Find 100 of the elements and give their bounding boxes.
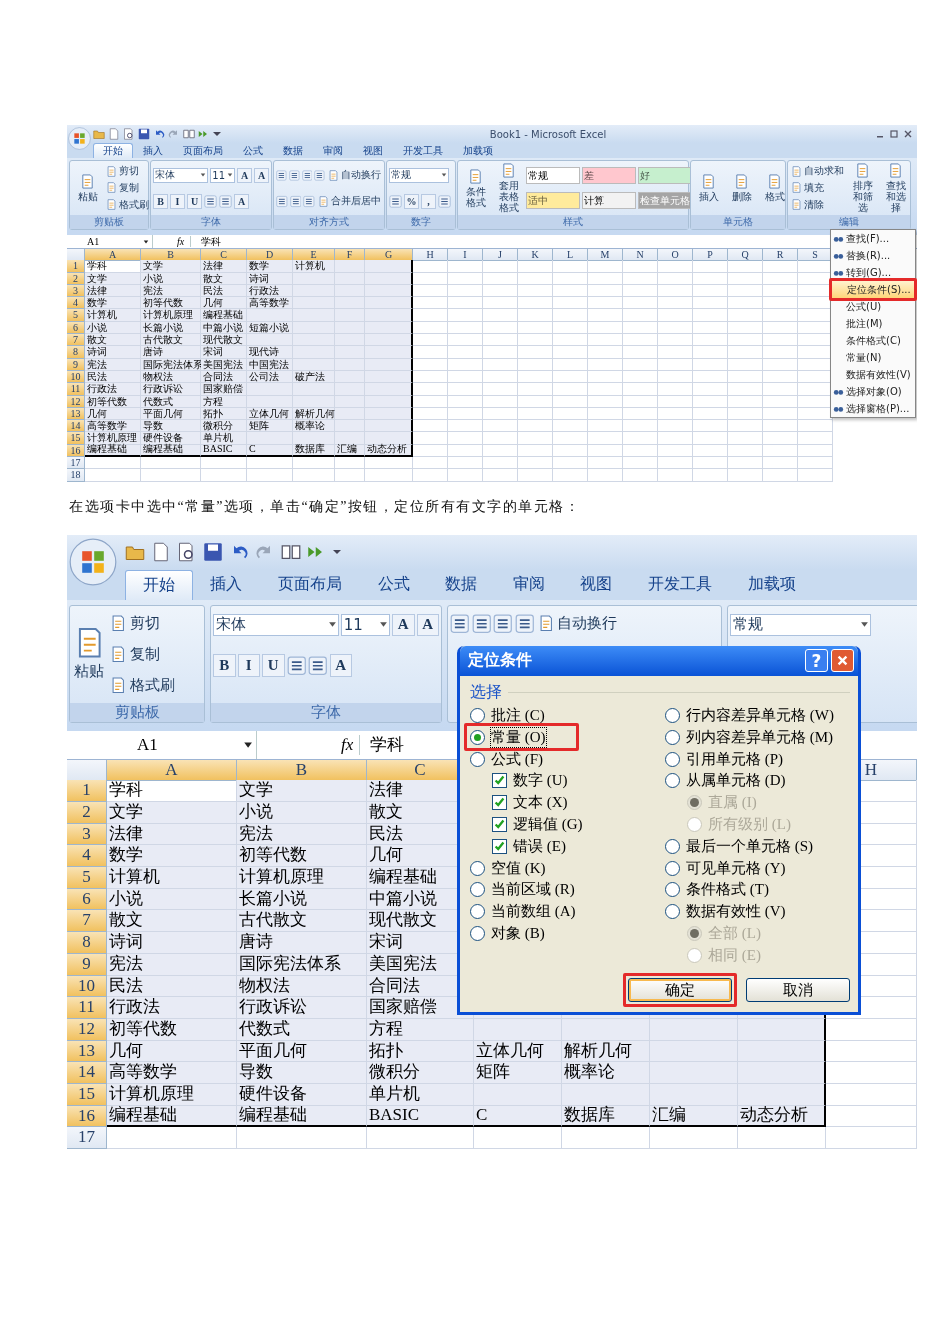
row-header[interactable]: 10 [67,975,107,998]
formula-field[interactable]: 学科 [195,234,222,249]
dropdown-field[interactable]: 宋体 [213,613,340,637]
menu-item[interactable]: 替换(R)... [831,247,915,264]
row-header[interactable]: 11 [67,997,107,1019]
ribbon-button[interactable]: 条件格式 [460,168,491,208]
ribbon-tab[interactable]: 开发工具 [630,569,730,600]
dropdown-field[interactable]: 宋体 [153,167,209,183]
menu-item[interactable]: 常量(N) [831,349,915,366]
ribbon-tab[interactable]: 数据 [273,143,313,158]
ribbon-button[interactable]: 粘贴 [72,627,107,681]
row-header[interactable]: 12 [67,1018,107,1041]
row-header[interactable]: 1 [67,260,85,273]
ribbon-tab[interactable]: 页面布局 [173,143,233,158]
ribbon-button[interactable]: 清除 [790,197,845,212]
ribbon-tab[interactable]: 插入 [133,143,173,158]
menu-item[interactable]: 批注(M) [831,315,915,332]
dialog-button[interactable]: 确定 [628,978,732,1003]
column-header[interactable]: C [220,249,227,261]
format-button[interactable]: A [254,167,269,183]
row-header[interactable]: 3 [67,823,107,846]
ribbon-button[interactable]: 填充 [790,181,845,195]
menu-item[interactable]: 条件格式(C) [831,332,915,349]
ribbon-button[interactable]: 剪切 [108,613,176,633]
row-header[interactable]: 7 [67,910,107,933]
format-button[interactable]: I [237,654,260,677]
ribbon-tab[interactable]: 开始 [125,569,193,600]
cell-style-swatch[interactable]: 适中 [526,192,580,209]
ribbon-button[interactable]: 复制 [105,181,150,195]
row-header[interactable]: 17 [67,457,85,470]
radio-button[interactable]: 可见单元格 (Y) [665,857,786,879]
cell-style-swatch[interactable]: 计算 [582,192,636,209]
menu-item[interactable]: 选择窗格(P)... [831,400,915,417]
row-header[interactable]: 16 [67,1105,107,1128]
column-header[interactable]: H [864,759,878,781]
format-button[interactable]: A [416,613,439,637]
function-label[interactable]: fx [261,734,361,755]
ribbon-button[interactable]: 插入 [693,174,724,202]
radio-button[interactable]: 公式 (F) [470,748,544,771]
column-header[interactable]: E [310,249,317,261]
dropdown-field[interactable]: 11 [341,613,390,637]
menu-item[interactable]: 数据有效性(V) [831,366,915,383]
row-header[interactable]: 7 [67,334,85,347]
radio-button[interactable]: 条件格式 (T) [665,879,769,901]
ribbon-tab[interactable]: 审阅 [313,143,353,158]
radio-button[interactable]: 最后一个单元格 (S) [665,835,814,858]
row-header[interactable]: 2 [67,802,107,824]
format-button[interactable]: U [187,193,202,209]
name-box[interactable]: A1 [67,235,153,248]
row-header[interactable]: 13 [67,1040,107,1063]
menu-item[interactable]: 定位条件(S)... [832,281,914,298]
row-header[interactable]: 9 [67,953,107,976]
row-header[interactable]: 14 [67,1062,107,1084]
row-header[interactable]: 4 [67,845,107,868]
menu-item[interactable]: 选择对象(O) [831,383,915,400]
menu-item[interactable]: 公式(U) [831,298,915,315]
row-header[interactable]: 1 [67,780,107,803]
ribbon-tab[interactable]: 开发工具 [393,143,453,158]
column-header[interactable]: C [414,759,426,781]
dropdown-field[interactable]: 11 [210,167,235,183]
function-label[interactable]: fx [157,236,192,247]
ribbon-tab[interactable]: 开始 [93,143,133,158]
column-header[interactable]: P [707,249,713,261]
format-button[interactable]: A [234,193,249,209]
dropdown-field[interactable]: 常规 [389,167,449,183]
ribbon-tab[interactable]: 视图 [353,143,393,158]
column-header[interactable]: B [295,759,308,781]
row-header[interactable]: 8 [67,346,85,359]
radio-button[interactable]: 列内容差异单元格 (M) [665,726,834,749]
row-header[interactable]: 14 [67,420,85,433]
ribbon-tab[interactable]: 公式 [359,569,428,600]
row-header[interactable]: 5 [67,309,85,322]
ribbon-button[interactable]: 自动换行 [536,613,619,633]
ribbon-tab[interactable]: 数据 [427,569,495,600]
column-header[interactable]: G [384,249,393,261]
format-button[interactable]: B [153,193,168,209]
ribbon-tab[interactable]: 加载项 [729,569,814,600]
column-header[interactable]: B [167,249,174,261]
ribbon-button[interactable]: 复制 [108,644,176,664]
ribbon-button[interactable]: 合并后居中 [317,194,382,208]
row-header[interactable]: 11 [67,383,85,396]
dropdown-field[interactable]: 常规 [730,613,871,637]
format-button[interactable]: A [392,613,415,637]
row-header[interactable]: 18 [67,469,85,482]
radio-button[interactable]: 数据有效性 (V) [665,900,786,923]
radio-button[interactable]: 常量 (O) [470,726,546,749]
ribbon-tab[interactable]: 审阅 [494,569,563,600]
ribbon-button[interactable]: 剪切 [105,164,150,179]
menu-item[interactable]: 转到(G)... [831,264,915,281]
menu-item[interactable]: 查找(F)... [831,230,915,247]
format-button[interactable]: A [237,167,252,183]
dialog-button[interactable]: 取消 [746,978,850,1003]
column-header[interactable]: A [108,249,117,261]
format-button[interactable]: U [262,654,285,677]
ribbon-button[interactable]: 排序和筛选 [847,163,878,213]
column-header[interactable]: S [812,249,818,261]
row-header[interactable]: 17 [67,1127,107,1149]
format-button[interactable]: I [170,193,185,209]
ribbon-tab[interactable]: 视图 [562,569,631,600]
ribbon-button[interactable]: 格式 [759,174,790,202]
